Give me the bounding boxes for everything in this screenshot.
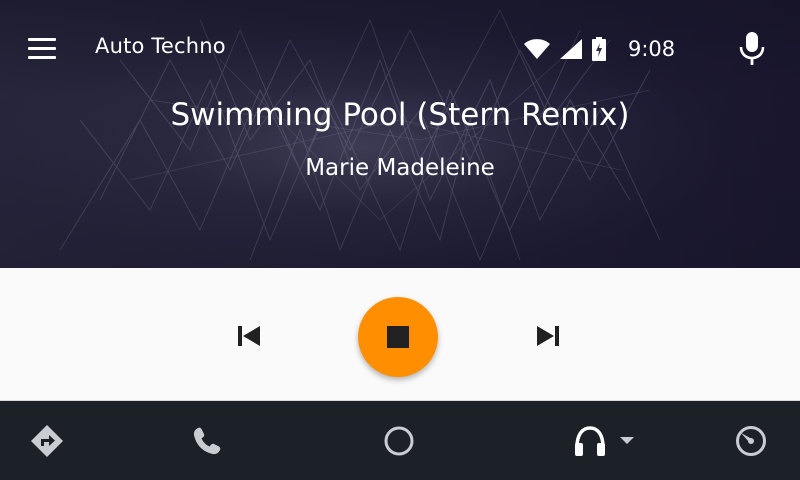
status-bar: 9:08	[524, 34, 675, 64]
navigation-icon[interactable]	[29, 423, 65, 459]
headphones-icon[interactable]	[572, 423, 638, 459]
phone-icon[interactable]	[189, 423, 225, 459]
home-icon[interactable]	[381, 423, 417, 459]
menu-button[interactable]	[22, 28, 62, 68]
dashboard-gauge-icon[interactable]	[733, 423, 769, 459]
wifi-icon	[524, 39, 550, 59]
stop-icon	[387, 326, 409, 348]
microphone-icon[interactable]	[738, 32, 766, 66]
stop-button[interactable]	[358, 297, 438, 377]
track-artist: Marie Madeleine	[305, 155, 495, 181]
chevron-down-icon	[620, 437, 634, 444]
skip-next-icon[interactable]	[532, 320, 564, 352]
playback-controls	[0, 268, 800, 401]
battery-charging-icon	[592, 37, 606, 61]
clock: 9:08	[628, 37, 676, 61]
skip-previous-icon[interactable]	[233, 320, 265, 352]
app-title: Auto Techno	[95, 34, 226, 58]
bottom-nav-bar	[0, 401, 800, 480]
cellular-signal-icon	[560, 39, 582, 59]
track-title: Swimming Pool (Stern Remix)	[170, 97, 630, 133]
top-bar: Auto Techno 9:08	[0, 0, 800, 96]
hamburger-menu-icon	[28, 35, 56, 62]
android-auto-screen: Auto Techno 9:08 Swimming Pool (Stern Re…	[0, 0, 800, 480]
